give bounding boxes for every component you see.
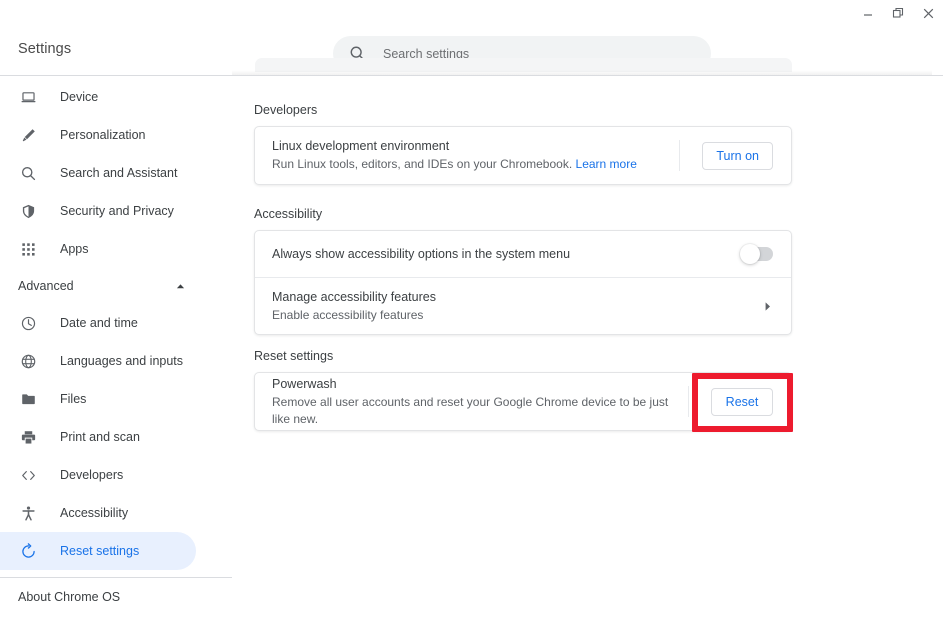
chevron-up-icon <box>174 280 186 292</box>
sidebar-item-label: Date and time <box>60 316 138 330</box>
sidebar-item-about-chrome-os[interactable]: About Chrome OS <box>0 578 232 616</box>
sidebar-item-personalization[interactable]: Personalization <box>0 116 232 154</box>
toggle-knob <box>740 244 760 264</box>
sidebar-item-label: Developers <box>60 468 124 482</box>
globe-icon <box>18 351 38 371</box>
row-subtitle-text: Run Linux tools, editors, and IDEs on yo… <box>272 157 573 171</box>
settings-window: Settings Search settings Device Personal… <box>0 0 943 629</box>
sidebar-navigation: Device Personalization Search and Assist… <box>0 76 232 629</box>
row-subtitle: Enable accessibility features <box>272 307 424 322</box>
section-title-accessibility: Accessibility <box>254 207 323 221</box>
sidebar-group-advanced[interactable]: Advanced <box>0 268 232 304</box>
folder-icon <box>18 389 38 409</box>
sidebar-item-accessibility[interactable]: Accessibility <box>0 494 232 532</box>
row-linux-development-environment[interactable]: Linux development environment Run Linux … <box>255 127 791 184</box>
row-texts: Linux development environment Run Linux … <box>272 138 679 173</box>
row-vertical-divider <box>688 386 689 417</box>
card-accessibility: Always show accessibility options in the… <box>254 230 792 335</box>
clock-icon <box>18 313 38 333</box>
card-developers: Linux development environment Run Linux … <box>254 126 792 185</box>
scroll-shadow <box>232 70 932 75</box>
reset-button[interactable]: Reset <box>711 387 773 416</box>
sidebar-item-device[interactable]: Device <box>0 78 232 116</box>
sidebar-item-label: Security and Privacy <box>60 204 174 218</box>
sidebar-item-security-and-privacy[interactable]: Security and Privacy <box>0 192 232 230</box>
minimize-button[interactable] <box>853 0 883 27</box>
close-button[interactable] <box>913 0 943 27</box>
search-icon <box>18 163 38 183</box>
row-texts: Manage accessibility features Enable acc… <box>272 289 761 324</box>
sidebar-item-label: Accessibility <box>60 506 129 520</box>
restore-icon <box>18 541 38 561</box>
restore-button[interactable] <box>883 0 913 27</box>
row-title: Linux development environment <box>272 139 450 153</box>
window-titlebar <box>0 0 943 27</box>
sidebar-item-files[interactable]: Files <box>0 380 232 418</box>
sidebar-item-languages-and-inputs[interactable]: Languages and inputs <box>0 342 232 380</box>
sidebar-item-label: Search and Assistant <box>60 166 178 180</box>
laptop-icon <box>18 87 38 107</box>
sidebar-item-date-and-time[interactable]: Date and time <box>0 304 232 342</box>
accessibility-icon <box>18 503 38 523</box>
row-subtitle: Remove all user accounts and reset your … <box>272 394 669 426</box>
chevron-right-icon <box>761 300 773 312</box>
row-subtitle: Run Linux tools, editors, and IDEs on yo… <box>272 156 679 173</box>
row-vertical-divider <box>679 140 681 171</box>
sidebar-item-reset-settings[interactable]: Reset settings <box>0 532 196 570</box>
row-texts: Always show accessibility options in the… <box>272 246 741 263</box>
sidebar-item-label: Reset settings <box>60 544 140 558</box>
accessibility-options-toggle[interactable] <box>740 244 773 264</box>
sidebar-item-label: Languages and inputs <box>60 354 184 368</box>
sidebar-item-search-and-assistant[interactable]: Search and Assistant <box>0 154 232 192</box>
section-title-developers: Developers <box>254 103 318 117</box>
sidebar-item-label: Personalization <box>60 128 146 142</box>
row-powerwash[interactable]: Powerwash Remove all user accounts and r… <box>255 373 791 430</box>
shield-icon <box>18 201 38 221</box>
row-always-show-accessibility-options[interactable]: Always show accessibility options in the… <box>255 231 791 277</box>
sidebar-item-label: Print and scan <box>60 430 140 444</box>
sidebar-group-label: Advanced <box>18 279 74 293</box>
brush-icon <box>18 125 38 145</box>
row-texts: Powerwash Remove all user accounts and r… <box>272 376 688 428</box>
learn-more-link[interactable]: Learn more <box>576 157 637 171</box>
row-manage-accessibility-features[interactable]: Manage accessibility features Enable acc… <box>255 278 791 334</box>
row-title: Always show accessibility options in the… <box>272 246 571 261</box>
turn-on-button[interactable]: Turn on <box>702 141 773 170</box>
sidebar-item-label: Files <box>60 392 87 406</box>
sidebar-item-apps[interactable]: Apps <box>0 230 232 268</box>
card-reset-settings: Powerwash Remove all user accounts and r… <box>254 372 792 431</box>
sidebar-item-print-and-scan[interactable]: Print and scan <box>0 418 232 456</box>
settings-content: Developers Linux development environment… <box>232 76 943 629</box>
row-title: Powerwash <box>272 376 337 391</box>
code-icon <box>18 465 38 485</box>
grid-icon <box>18 239 38 259</box>
section-title-reset-settings: Reset settings <box>254 349 334 363</box>
printer-icon <box>18 427 38 447</box>
sidebar-item-label: Device <box>60 90 99 104</box>
page-title: Settings <box>18 41 72 57</box>
row-title: Manage accessibility features <box>272 289 436 304</box>
sidebar-item-label: About Chrome OS <box>18 590 121 604</box>
sidebar-item-developers[interactable]: Developers <box>0 456 232 494</box>
sidebar-item-label: Apps <box>60 242 89 256</box>
